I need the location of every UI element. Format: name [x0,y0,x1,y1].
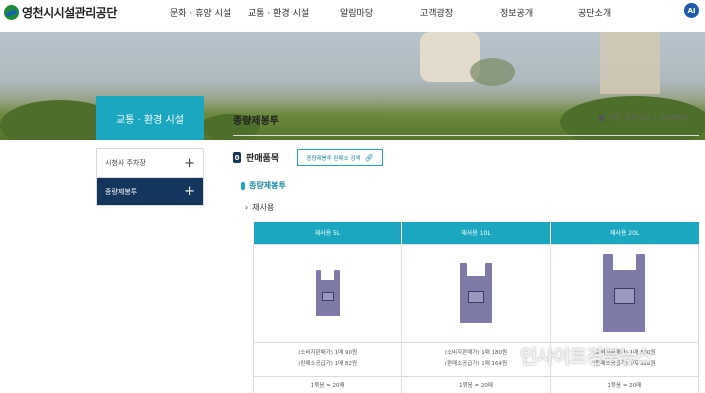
link-icon: 🔗︎ [364,153,374,162]
sidebar-item-garbage-bag[interactable]: 종량제봉투 + [97,177,203,205]
nav-notice[interactable]: 알림마당 [340,6,373,19]
garbage-bag-20l-image [603,254,646,332]
logo-mark-icon [4,5,19,20]
section-number-badge: 0 [233,152,241,163]
bullet-heading: › 재사용 [245,202,274,213]
title-divider [233,135,699,136]
garbage-bag-10l-image [459,263,492,323]
site-logo[interactable]: 영천시시설관리공단 [4,4,117,21]
sidebar-item-parking[interactable]: 시청사 주차장 + [97,149,203,177]
news-watermark: 인사이트경북뉴스 [520,346,653,368]
search-store-button-label: 종량제봉투 판매소 검색 [306,155,361,162]
nav-about[interactable]: 공단소개 [578,6,611,19]
sub-heading-marker [241,181,245,190]
page-title: 종량제봉투 [233,116,279,127]
ai-assistant-button[interactable]: AI [684,3,699,18]
home-icon[interactable] [598,114,605,121]
section-title: 판매품목 [246,154,280,164]
nav-customer[interactable]: 고객광장 [420,6,453,19]
table-row [252,243,700,343]
sub-heading: 종량제봉투 [241,180,286,191]
bundle-unit: 1묶음 = 20매 [401,375,551,393]
sidebar-title: 교통 · 환경 시설 [96,96,204,140]
table-cell [549,243,700,343]
section-heading: 0 판매품목 [233,151,279,164]
bullet-heading-label: 재사용 [252,203,275,212]
table-cell: (소비자판매가) 1매 90원 (판매소공급가) 1매 82원 [252,341,403,377]
site-header: 영천시시설관리공단 문화 · 휴양 시설 교통 · 환경 시설 알림마당 고객광… [0,0,705,32]
breadcrumb-item: 종량제봉투 [660,115,688,122]
table-cell [252,243,403,343]
search-store-button[interactable]: 종량제봉투 판매소 검색 🔗︎ [297,149,383,166]
sidebar-item-label: 시청사 주차장 [105,159,146,167]
sidebar-menu: 시청사 주차장 + 종량제봉투 + [96,148,204,206]
consumer-price: (소비자판매가) 1매 90원 [298,350,358,356]
column-header: 재사용 20L [549,222,699,244]
plus-icon: + [184,155,195,171]
garbage-bag-5l-image [315,270,340,316]
store-price: (판매소공급가) 1매 82원 [298,361,358,367]
nav-culture[interactable]: 문화 · 휴양 시설 [170,6,231,19]
sub-heading-label: 종량제봉투 [249,181,286,190]
table-header-row: 재사용 5L 재사용 10L 재사용 20L [253,222,699,244]
column-header: 재사용 5L [253,222,402,244]
plus-icon: + [184,184,195,199]
bundle-unit: 1묶음 = 20매 [549,375,700,393]
breadcrumb: 교통 · 환경 시설 › 종량제봉투 [598,113,688,122]
table-cell [401,243,551,343]
nav-info[interactable]: 정보공개 [500,6,533,19]
chevron-right-icon: › [653,114,657,121]
table-row: 1묶음 = 20매 1묶음 = 20매 1묶음 = 20매 [252,375,700,393]
logo-text: 영천시시설관리공단 [22,6,117,20]
breadcrumb-item[interactable]: 교통 · 환경 시설 [609,113,650,122]
nav-transport[interactable]: 교통 · 환경 시설 [248,6,309,19]
column-header: 재사용 10L [401,222,551,244]
chevron-right-icon: › [245,203,249,212]
sidebar-item-label: 종량제봉투 [105,187,138,196]
bundle-unit: 1묶음 = 20매 [252,375,403,393]
